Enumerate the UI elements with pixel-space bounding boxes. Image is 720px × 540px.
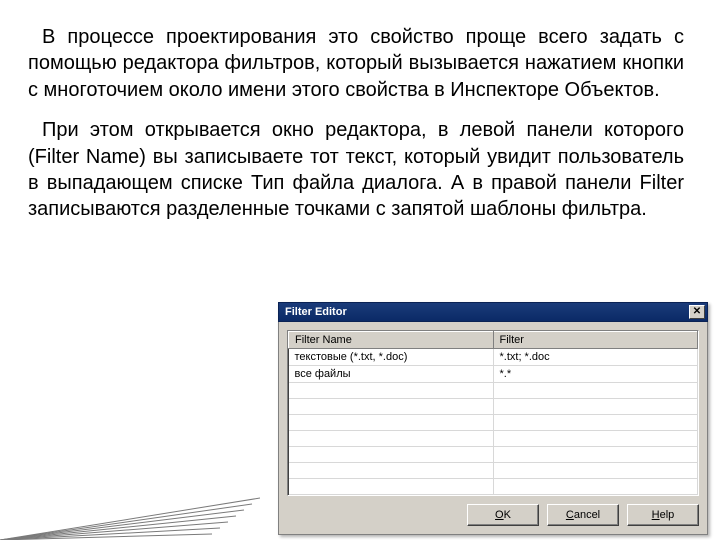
cell-filter[interactable]: *.* xyxy=(493,366,698,383)
close-button[interactable]: ✕ xyxy=(689,305,705,319)
paragraph-2-text: При этом открывается окно редактора, в л… xyxy=(28,119,684,220)
cell-name[interactable]: все файлы xyxy=(289,366,494,383)
dialog-body: Filter Name Filter текстовые (*.txt, *.d… xyxy=(278,322,708,535)
help-button[interactable]: Help xyxy=(627,504,699,526)
cell-name[interactable]: текстовые (*.txt, *.doc) xyxy=(289,349,494,366)
paragraph-1: В процессе проектирования это свойство п… xyxy=(28,24,684,103)
table-row[interactable] xyxy=(289,479,698,495)
filter-editor-dialog: Filter Editor ✕ Filter Name Filter xyxy=(278,302,708,535)
cancel-button[interactable]: Cancel xyxy=(547,504,619,526)
page: В процессе проектирования это свойство п… xyxy=(0,0,720,540)
titlebar[interactable]: Filter Editor ✕ xyxy=(278,302,708,322)
paragraph-1-text: В процессе проектирования это свойство п… xyxy=(28,26,684,101)
paragraph-2: При этом открывается окно редактора, в л… xyxy=(28,117,684,223)
button-row: OK Cancel Help xyxy=(287,504,699,526)
table-row[interactable] xyxy=(289,415,698,431)
dialog-title: Filter Editor xyxy=(285,306,689,318)
filter-grid[interactable]: Filter Name Filter текстовые (*.txt, *.d… xyxy=(287,330,699,496)
grid-header-row: Filter Name Filter xyxy=(289,332,698,349)
column-header-filter[interactable]: Filter xyxy=(493,332,698,349)
column-header-name[interactable]: Filter Name xyxy=(289,332,494,349)
table-row[interactable] xyxy=(289,383,698,399)
table-row[interactable] xyxy=(289,447,698,463)
close-icon: ✕ xyxy=(693,307,701,317)
table-row[interactable] xyxy=(289,399,698,415)
table-row[interactable]: текстовые (*.txt, *.doc) *.txt; *.doc xyxy=(289,349,698,366)
ok-button[interactable]: OK xyxy=(467,504,539,526)
decorative-lines xyxy=(0,440,260,540)
cell-filter[interactable]: *.txt; *.doc xyxy=(493,349,698,366)
table-row[interactable]: все файлы *.* xyxy=(289,366,698,383)
table-row[interactable] xyxy=(289,463,698,479)
table-row[interactable] xyxy=(289,431,698,447)
